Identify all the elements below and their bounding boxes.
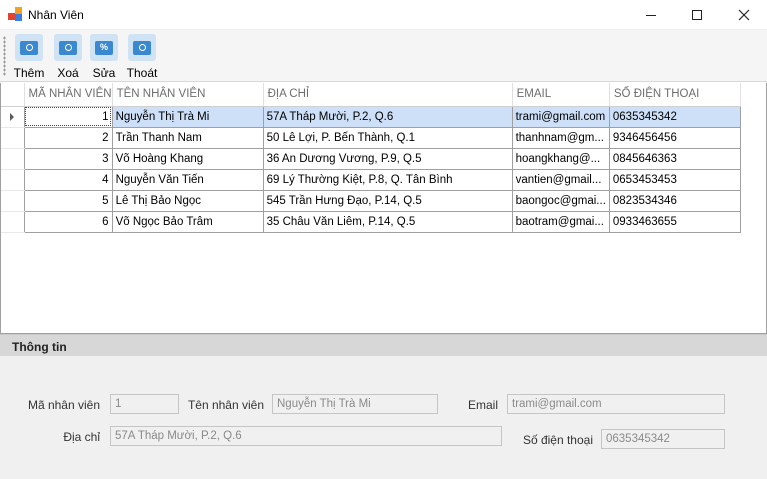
email-field[interactable]: trami@gmail.com xyxy=(507,394,725,414)
toolbar: Thêm Xoá % Sửa Thoát xyxy=(0,30,767,82)
cell-id[interactable]: 3 xyxy=(24,148,113,170)
email-label: Email xyxy=(467,398,498,412)
edit-icon: % xyxy=(90,34,118,61)
cell-phone[interactable]: 0823534346 xyxy=(609,190,741,212)
column-header-address[interactable]: ĐỊA CHỈ xyxy=(263,83,513,107)
close-button[interactable] xyxy=(721,0,767,30)
cell-email[interactable]: baotram@gmai... xyxy=(512,211,610,233)
cell-phone[interactable]: 0635345342 xyxy=(609,106,741,128)
cell-email[interactable]: baongoc@gmai... xyxy=(512,190,610,212)
employee-name-field[interactable]: Nguyễn Thị Trà Mi xyxy=(272,394,438,414)
employee-name-label: Tên nhân viên xyxy=(187,398,264,412)
address-label: Địa chỉ xyxy=(63,430,100,444)
app-icon xyxy=(8,7,23,22)
row-header[interactable] xyxy=(1,127,25,149)
column-header-email[interactable]: EMAIL xyxy=(512,83,610,107)
cell-email[interactable]: trami@gmail.com xyxy=(512,106,610,128)
toolbar-grip[interactable] xyxy=(3,36,6,76)
row-header[interactable] xyxy=(1,106,25,128)
exit-button-label: Thoát xyxy=(126,66,158,80)
window-title: Nhân Viên xyxy=(28,8,84,22)
close-icon xyxy=(738,9,750,21)
cell-id[interactable]: 2 xyxy=(24,127,113,149)
table-row[interactable]: 5 Lê Thị Bảo Ngọc 545 Trần Hưng Đạo, P.1… xyxy=(1,190,741,212)
employee-id-field[interactable]: 1 xyxy=(110,394,179,414)
row-header[interactable] xyxy=(1,148,25,170)
cell-name[interactable]: Võ Hoàng Khang xyxy=(112,148,264,170)
row-header-corner[interactable] xyxy=(1,83,25,107)
cell-name[interactable]: Nguyễn Văn Tiến xyxy=(112,169,264,191)
column-header-phone[interactable]: SỐ ĐIỆN THOẠI xyxy=(609,83,741,107)
cell-name[interactable]: Nguyễn Thị Trà Mi xyxy=(112,106,264,128)
cell-id[interactable]: 5 xyxy=(24,190,113,212)
delete-button-label: Xoá xyxy=(57,66,79,80)
maximize-button[interactable] xyxy=(674,0,720,30)
table-row[interactable]: 4 Nguyễn Văn Tiến 69 Lý Thường Kiệt, P.8… xyxy=(1,169,741,191)
exit-icon xyxy=(128,34,156,61)
column-header-name[interactable]: TÊN NHÂN VIÊN xyxy=(112,83,264,107)
column-header-id[interactable]: MÃ NHÂN VIÊN xyxy=(24,83,113,107)
cell-phone[interactable]: 0845646363 xyxy=(609,148,741,170)
info-panel-title: Thông tin xyxy=(12,340,67,354)
edit-button[interactable]: % Sửa xyxy=(88,32,120,80)
cell-id[interactable]: 4 xyxy=(24,169,113,191)
employee-id-label: Mã nhân viên xyxy=(27,398,100,412)
add-button-label: Thêm xyxy=(13,66,45,80)
cell-name[interactable]: Trần Thanh Nam xyxy=(112,127,264,149)
table-row[interactable]: 3 Võ Hoàng Khang 36 An Dương Vương, P.9,… xyxy=(1,148,741,170)
edit-button-label: Sửa xyxy=(92,66,116,80)
minimize-icon xyxy=(646,14,656,16)
cell-address[interactable]: 35 Châu Văn Liêm, P.14, Q.5 xyxy=(263,211,513,233)
cell-name[interactable]: Lê Thị Bảo Ngọc xyxy=(112,190,264,212)
cell-address[interactable]: 545 Trần Hưng Đạo, P.14, Q.5 xyxy=(263,190,513,212)
grid-header-row: MÃ NHÂN VIÊN TÊN NHÂN VIÊN ĐỊA CHỈ EMAIL… xyxy=(1,83,741,107)
title-bar: Nhân Viên xyxy=(0,0,767,30)
table-row[interactable]: 1 Nguyễn Thị Trà Mi 57A Tháp Mười, P.2, … xyxy=(1,106,741,128)
info-panel: Thông tin Mã nhân viên 1 Tên nhân viên N… xyxy=(0,334,767,479)
cell-email[interactable]: thanhnam@gm... xyxy=(512,127,610,149)
row-header[interactable] xyxy=(1,190,25,212)
table-row[interactable]: 2 Trần Thanh Nam 50 Lê Lợi, P. Bến Thành… xyxy=(1,127,741,149)
cell-address[interactable]: 36 An Dương Vương, P.9, Q.5 xyxy=(263,148,513,170)
cell-id[interactable]: 1 xyxy=(24,106,113,128)
minimize-button[interactable] xyxy=(628,0,674,30)
cell-name[interactable]: Võ Ngọc Bảo Trâm xyxy=(112,211,264,233)
exit-button[interactable]: Thoát xyxy=(125,32,159,80)
row-header[interactable] xyxy=(1,211,25,233)
delete-button[interactable]: Xoá xyxy=(52,32,84,80)
row-header[interactable] xyxy=(1,169,25,191)
phone-field[interactable]: 0635345342 xyxy=(601,429,725,449)
cell-address[interactable]: 50 Lê Lợi, P. Bến Thành, Q.1 xyxy=(263,127,513,149)
cell-email[interactable]: hoangkhang@... xyxy=(512,148,610,170)
address-field[interactable]: 57A Tháp Mười, P.2, Q.6 xyxy=(110,426,502,446)
add-icon xyxy=(15,34,43,61)
phone-label: Số điện thoại xyxy=(522,433,593,447)
maximize-icon xyxy=(692,10,702,20)
cell-phone[interactable]: 9346456456 xyxy=(609,127,741,149)
cell-email[interactable]: vantien@gmail... xyxy=(512,169,610,191)
cell-address[interactable]: 57A Tháp Mười, P.2, Q.6 xyxy=(263,106,513,128)
info-panel-header: Thông tin xyxy=(0,334,767,356)
cell-phone[interactable]: 0933463655 xyxy=(609,211,741,233)
add-button[interactable]: Thêm xyxy=(12,32,46,80)
table-row[interactable]: 6 Võ Ngọc Bảo Trâm 35 Châu Văn Liêm, P.1… xyxy=(1,211,741,233)
cell-address[interactable]: 69 Lý Thường Kiệt, P.8, Q. Tân Bình xyxy=(263,169,513,191)
delete-icon xyxy=(54,34,82,61)
cell-phone[interactable]: 0653453453 xyxy=(609,169,741,191)
employee-grid[interactable]: MÃ NHÂN VIÊN TÊN NHÂN VIÊN ĐỊA CHỈ EMAIL… xyxy=(0,83,767,334)
current-row-arrow-icon xyxy=(10,112,14,121)
cell-id[interactable]: 6 xyxy=(24,211,113,233)
